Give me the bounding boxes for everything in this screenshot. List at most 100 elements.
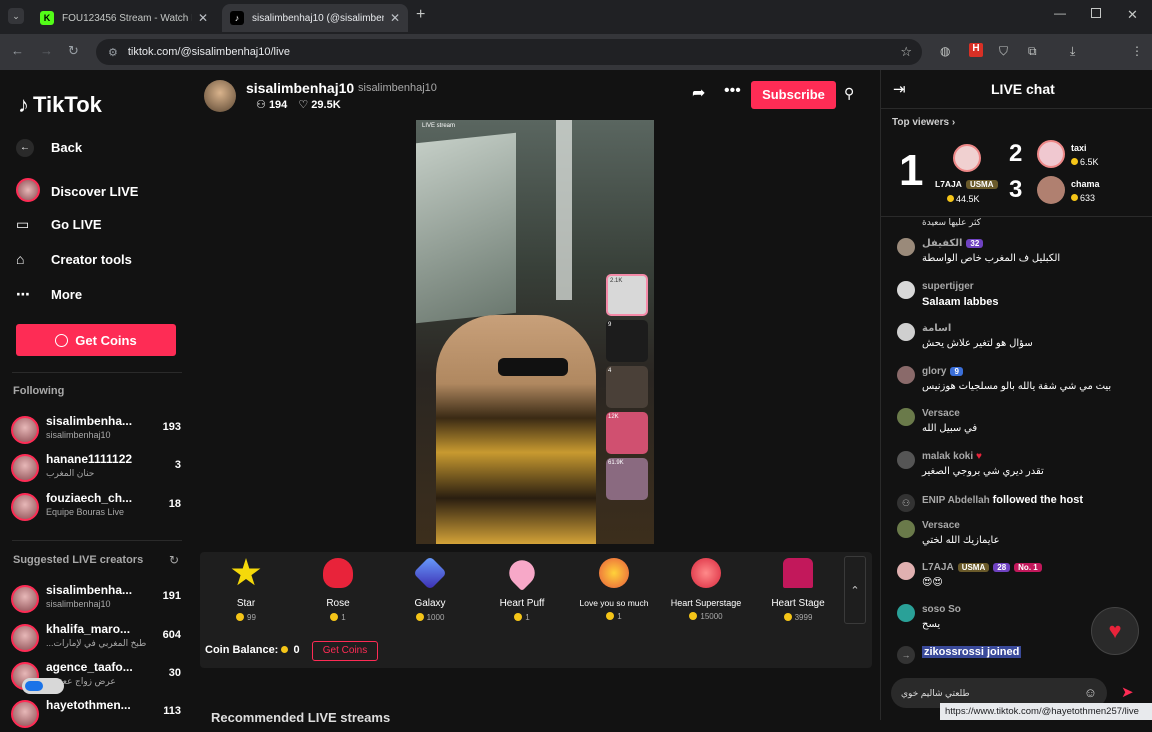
heart-icon: ♡ <box>298 99 309 111</box>
extension-globe-icon[interactable]: ◍ <box>940 44 950 58</box>
coin-icon <box>1071 158 1078 165</box>
tab-search-button[interactable]: ⌄ <box>8 8 24 24</box>
coin-balance: Coin Balance: 0 <box>205 644 300 656</box>
shield-icon[interactable]: ⛉ <box>999 44 1008 59</box>
chat-user[interactable]: malak koki ♥ <box>922 451 982 462</box>
rank-3[interactable]: 3 chama 633 <box>1009 176 1129 206</box>
reload-icon[interactable]: ↻ <box>68 43 79 59</box>
rank-2[interactable]: 2 taxi 6.5K <box>1009 140 1129 170</box>
back-arrow-icon[interactable]: ← <box>11 43 24 58</box>
avatar <box>897 323 915 341</box>
following-item[interactable]: fouziaech_ch... Equipe Bouras Live 18 <box>11 491 181 525</box>
side-viewer-count: 9 <box>608 322 612 328</box>
close-icon[interactable]: ✕ <box>198 11 208 25</box>
nav-back[interactable]: ← Back <box>16 137 82 157</box>
side-viewer-2[interactable]: 9 <box>606 320 648 362</box>
subscribe-button[interactable]: Subscribe <box>751 81 836 109</box>
download-icon[interactable]: ⤓ <box>1070 44 1075 59</box>
avatar <box>897 366 915 384</box>
site-settings-icon[interactable]: ⚙ <box>108 46 118 59</box>
divider <box>12 372 182 373</box>
expand-gifts-button[interactable]: ⌃ <box>844 556 866 624</box>
nav-creator-tools[interactable]: ⌂ Creator tools <box>16 251 132 267</box>
forward-arrow-icon[interactable]: → <box>40 43 53 58</box>
side-viewer-1[interactable]: 2.1K <box>606 274 648 316</box>
minimize-button[interactable]: — <box>1054 6 1066 20</box>
side-viewer-4[interactable]: 12K <box>606 412 648 454</box>
heart-like-button[interactable]: ♥ <box>1091 607 1139 655</box>
nav-go-live[interactable]: ▭ Go LIVE <box>16 216 102 233</box>
viewer-count: 18 <box>168 498 181 510</box>
chat-user[interactable]: glory 9 <box>922 366 963 377</box>
address-bar[interactable]: ⚙ tiktok.com/@sisalimbenhaj10/live ☆ <box>96 39 922 65</box>
host-name[interactable]: sisalimbenhaj10 <box>246 80 354 96</box>
chat-message: الكفيفل 32 الكبليل ف المغرب خاص الواسطة <box>897 238 1147 272</box>
suggested-item[interactable]: sisalimbenha... sisalimbenhaj10 191 <box>11 583 181 617</box>
chat-user[interactable]: L7AJA USMA 28 No. 1 <box>922 562 1042 573</box>
rank-number: 2 <box>1009 140 1023 167</box>
streamer-figure <box>436 315 596 544</box>
close-icon[interactable]: ✕ <box>390 11 400 25</box>
tiktok-logo[interactable]: ♪ TikTok <box>18 92 102 118</box>
extension-h-icon[interactable]: H <box>969 43 983 57</box>
menu-kebab-icon[interactable]: ⋮ <box>1131 44 1143 58</box>
close-window-button[interactable]: ✕ <box>1127 7 1138 23</box>
new-tab-button[interactable]: + <box>416 6 425 24</box>
gift-price: 1 <box>476 613 568 622</box>
host-handle: sisalimbenhaj10 <box>358 82 437 94</box>
get-coins-button[interactable]: Get Coins <box>16 324 176 356</box>
follow-event-user[interactable]: ENIP Abdellah <box>922 495 990 506</box>
following-item[interactable]: sisalimbenha... sisalimbenhaj10 193 <box>11 414 181 448</box>
nav-discover-live[interactable]: Discover LIVE <box>16 178 138 205</box>
toggle-switch[interactable] <box>22 678 64 694</box>
suggested-item[interactable]: hayetothmen... 113 <box>11 698 181 732</box>
status-url-tooltip: https://www.tiktok.com/@hayetothmen257/l… <box>940 703 1152 720</box>
chat-message: malak koki ♥ تقدر ديري شي بروجي الصغير <box>897 451 1147 485</box>
bookmark-star-icon[interactable]: ☆ <box>900 44 912 60</box>
share-icon[interactable]: ➦ <box>692 83 705 103</box>
send-icon[interactable]: ➤ <box>1121 683 1134 701</box>
gift-heart-stage[interactable]: Heart Stage 3999 <box>752 558 844 622</box>
chat-message: L7AJA USMA 28 No. 1 😍😍 <box>897 562 1147 596</box>
rank-number: 1 <box>899 146 924 195</box>
host-avatar[interactable] <box>204 80 236 112</box>
following-name: sisalimbenha... <box>46 414 133 428</box>
chat-username[interactable]: soso So <box>922 604 961 615</box>
collapse-chat-icon[interactable]: ⇥ <box>893 80 906 98</box>
get-coins-small-button[interactable]: Get Coins <box>312 641 378 661</box>
chat-username[interactable]: Versace <box>922 408 960 419</box>
gift-rose[interactable]: Rose 1 <box>292 558 384 622</box>
rank-1[interactable]: 1 L7AJA USMA 44.5K <box>899 142 1019 208</box>
gift-love-you-so-much[interactable]: Love you so much 1 <box>568 558 660 621</box>
gift-star[interactable]: Star 99 <box>200 558 292 622</box>
chat-username[interactable]: اسامة <box>922 323 951 334</box>
maximize-button[interactable] <box>1091 8 1101 18</box>
gift-heart-puff[interactable]: Heart Puff 1 <box>476 554 568 622</box>
suggested-item[interactable]: khalifa_maro... ...ر طبخ المغربي في لإما… <box>11 622 181 656</box>
chat-username[interactable]: supertijger <box>922 281 974 292</box>
video-camera-icon: ▭ <box>16 216 30 232</box>
following-item[interactable]: hanane1111122 حنان المغرب 3 <box>11 452 181 486</box>
more-options-icon[interactable]: ••• <box>724 82 741 100</box>
chat-username: malak koki <box>922 451 974 462</box>
rank-coin-value: 44.5K <box>956 194 980 204</box>
add-user-icon[interactable]: ⚲ <box>844 85 854 102</box>
extensions-puzzle-icon[interactable]: ⧉ <box>1028 44 1037 59</box>
nav-more[interactable]: ⋯ More <box>16 286 82 303</box>
refresh-icon[interactable]: ↻ <box>169 553 179 567</box>
side-viewer-5[interactable]: 61.9K <box>606 458 648 500</box>
avatar <box>11 493 39 521</box>
side-viewer-3[interactable]: 4 <box>606 366 648 408</box>
gift-heart-superstage[interactable]: Heart Superstage 15000 <box>660 558 752 621</box>
gift-galaxy[interactable]: Galaxy 1000 <box>384 556 476 622</box>
browser-tab-inactive[interactable]: K FOU123456 Stream - Watch Liv ✕ <box>32 4 216 32</box>
avatar <box>11 700 39 728</box>
top-viewers-link[interactable]: Top viewers › <box>892 117 955 128</box>
chat-user[interactable]: الكفيفل 32 <box>922 238 984 249</box>
suggested-title: Suggested LIVE creators <box>13 554 144 566</box>
browser-tab-active[interactable]: ♪ sisalimbenhaj10 (@sisalimbenh ✕ <box>222 4 408 32</box>
nav-label: Go LIVE <box>51 217 102 232</box>
chat-username[interactable]: Versace <box>922 520 960 531</box>
rank-name: L7AJA <box>935 179 962 189</box>
live-video[interactable]: LIVE stream 2.1K 9 4 12K 61.9K <box>416 120 654 544</box>
